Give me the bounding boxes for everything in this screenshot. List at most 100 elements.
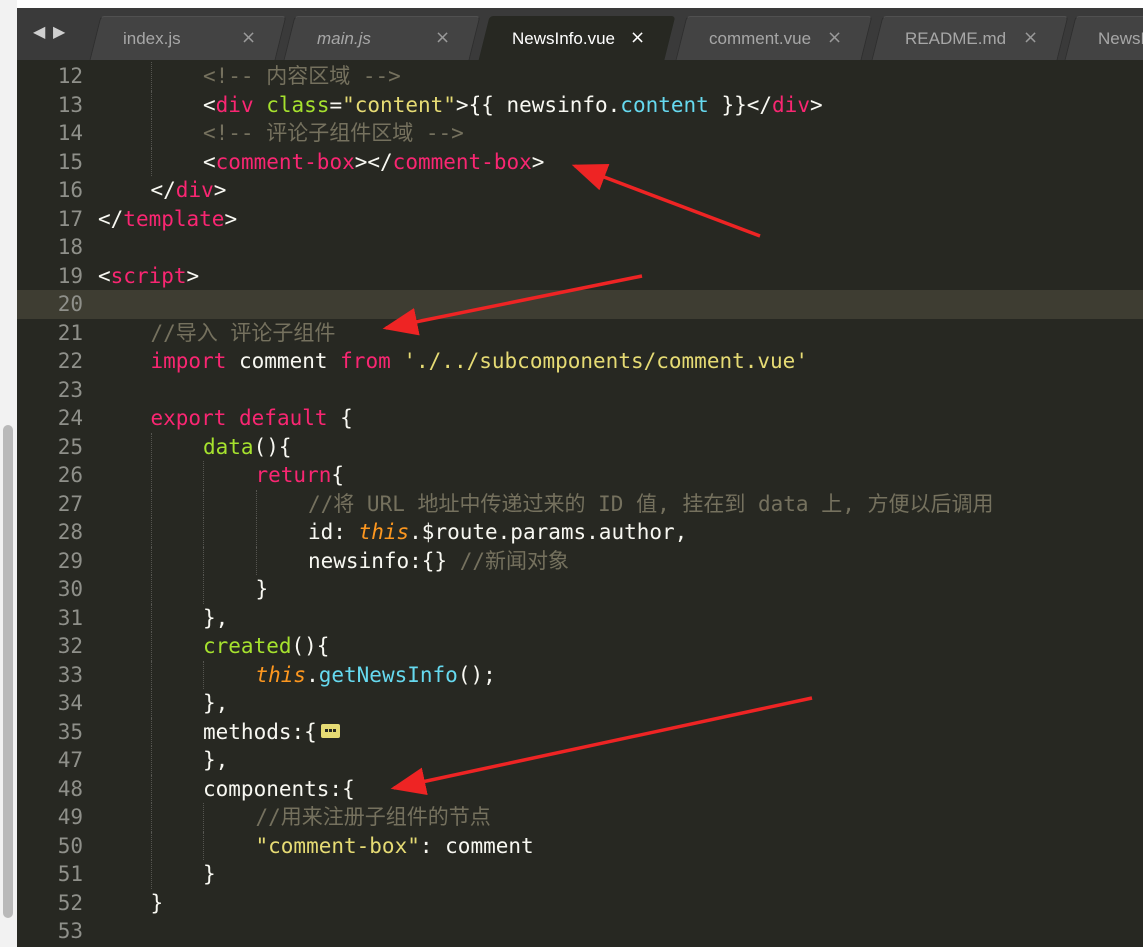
tab-close-icon[interactable]: × — [827, 27, 842, 48]
code-token: > — [531, 149, 545, 174]
tab-readme-md[interactable]: README.md × — [871, 16, 1069, 60]
code-token: //将 URL 地址中传递过来的 ID 值, 挂在到 data 上, 方便以后调… — [308, 491, 994, 516]
tab-comment-vue[interactable]: comment.vue × — [675, 16, 873, 60]
code-text: this.getNewsInfo(); — [256, 661, 496, 690]
code-line[interactable]: 15 <comment-box></comment-box> — [17, 148, 1143, 177]
code-token: (){ — [253, 434, 292, 459]
code-line[interactable]: 34}, — [17, 689, 1143, 718]
code-token: created — [203, 634, 292, 658]
tab-main-js[interactable]: main.js × — [283, 16, 481, 60]
code-line[interactable]: 49 //用来注册子组件的节点 — [17, 803, 1143, 832]
code-token: class — [266, 92, 330, 117]
tab-newsinfo-vue[interactable]: NewsInfo.vue × — [478, 16, 676, 60]
code-line[interactable]: 17 </template> — [17, 205, 1143, 234]
tab-close-icon[interactable]: × — [435, 27, 450, 48]
left-edge-panel — [0, 0, 17, 947]
code-line[interactable]: 13 <div class="content">{{ newsinfo.conte… — [17, 91, 1143, 120]
code-token: comment — [226, 349, 341, 373]
code-line[interactable]: 28 id: this.$route.params.author, — [17, 518, 1143, 547]
code-token: } — [255, 577, 269, 601]
code-line[interactable]: 35 methods:{ — [17, 718, 1143, 747]
code-token: > — [186, 263, 200, 288]
line-number: 32 — [57, 634, 83, 658]
tab-close-icon[interactable]: × — [630, 27, 645, 48]
code-token: return — [255, 463, 332, 487]
scrollbar-thumb[interactable] — [3, 425, 13, 918]
code-line[interactable]: 14 <!-- 评论子组件区域 --> — [17, 119, 1143, 148]
tab-close-icon[interactable]: × — [241, 27, 256, 48]
line-number: 47 — [57, 748, 83, 772]
code-line[interactable]: 50 "comment-box": comment — [17, 832, 1143, 861]
code-line[interactable]: 22 import comment from './../subcomponent… — [17, 347, 1143, 376]
indent-guide — [203, 803, 205, 832]
line-number: 22 — [57, 349, 83, 373]
tab-forward-arrow-icon[interactable]: ▶ — [53, 22, 65, 41]
code-text: export default { — [151, 404, 353, 433]
code-token: div — [772, 92, 810, 117]
code-line[interactable]: 32 created(){ — [17, 632, 1143, 661]
indent-guide — [150, 575, 153, 604]
line-number: 51 — [57, 862, 83, 886]
code-token: < — [203, 149, 216, 174]
indent-guide — [150, 147, 153, 176]
code-text: newsinfo:{} //新闻对象 — [308, 547, 569, 576]
folded-code-icon[interactable] — [320, 723, 340, 738]
code-line[interactable]: 48 components:{ — [17, 775, 1143, 804]
tab-shape — [89, 16, 287, 60]
line-number: 31 — [57, 605, 83, 630]
indent-guide — [150, 603, 153, 632]
code-line[interactable]: 52} — [17, 889, 1143, 918]
code-text: //导入 评论子组件 — [151, 319, 336, 348]
indent-guide — [150, 461, 153, 490]
code-editor[interactable]: 12 <!-- 内容区域 --> 13 <div class="content">{{… — [17, 60, 1143, 947]
indent-guide — [203, 660, 205, 689]
indent-guide — [150, 746, 153, 775]
code-line[interactable]: 51} — [17, 860, 1143, 889]
indent-guide — [255, 546, 258, 575]
code-line[interactable]: 19 <script> — [17, 262, 1143, 291]
code-token: }}</ — [708, 92, 773, 117]
code-line[interactable]: 23 — [17, 376, 1143, 405]
code-line[interactable]: 24 export default { — [17, 404, 1143, 433]
code-line[interactable]: 12 <!-- 内容区域 --> — [17, 62, 1143, 91]
code-text: </template> — [98, 205, 237, 234]
line-number: 48 — [57, 776, 83, 801]
code-token: //新闻对象 — [459, 548, 570, 573]
code-text: //将 URL 地址中传递过来的 ID 值, 挂在到 data 上, 方便以后调… — [308, 490, 994, 519]
indent-guide — [150, 489, 153, 518]
tab-back-arrow-icon[interactable]: ◀ — [33, 22, 45, 41]
line-number: 34 — [57, 691, 83, 715]
indent-guide — [150, 860, 153, 889]
indent-guide — [150, 90, 153, 119]
code-line[interactable]: 21 //导入 评论子组件 — [17, 319, 1143, 348]
code-text: <comment-box></comment-box> — [203, 148, 544, 177]
line-number: 12 — [57, 64, 83, 88]
line-number: 33 — [57, 662, 83, 687]
code-token: div — [175, 178, 214, 202]
code-line[interactable]: 18 — [17, 233, 1143, 262]
code-line[interactable]: 16 </div> — [17, 176, 1143, 205]
tab-index-js[interactable]: index.js × — [89, 16, 287, 60]
code-line[interactable]: 31}, — [17, 604, 1143, 633]
line-number: 50 — [57, 833, 83, 858]
code-line[interactable]: 25 data(){ — [17, 433, 1143, 462]
code-line[interactable]: 29 newsinfo:{} //新闻对象 — [17, 547, 1143, 576]
code-line[interactable]: 20 — [17, 290, 1143, 319]
tab-close-icon[interactable]: × — [1023, 27, 1038, 48]
code-line[interactable]: 26 return{ — [17, 461, 1143, 490]
code-line[interactable]: 27 //将 URL 地址中传递过来的 ID 值, 挂在到 data 上, 方便以… — [17, 490, 1143, 519]
code-token: .$route.params.author, — [409, 520, 688, 544]
code-line[interactable]: 47}, — [17, 746, 1143, 775]
code-line[interactable]: 53 — [17, 917, 1143, 946]
code-text: <!-- 内容区域 --> — [203, 62, 401, 91]
code-token: } — [203, 862, 216, 886]
line-number: 14 — [57, 121, 83, 145]
code-token: < — [203, 92, 216, 117]
tab-newslist-vue[interactable]: NewsList.vue — [1064, 16, 1143, 60]
code-line[interactable]: 33 this.getNewsInfo(); — [17, 661, 1143, 690]
code-line[interactable]: 30} — [17, 575, 1143, 604]
tab-bar: ◀ ▶ index.js × main.js × NewsInfo.vue × commen… — [17, 8, 1143, 60]
code-text: //用来注册子组件的节点 — [256, 803, 491, 832]
code-text: data(){ — [203, 433, 292, 462]
